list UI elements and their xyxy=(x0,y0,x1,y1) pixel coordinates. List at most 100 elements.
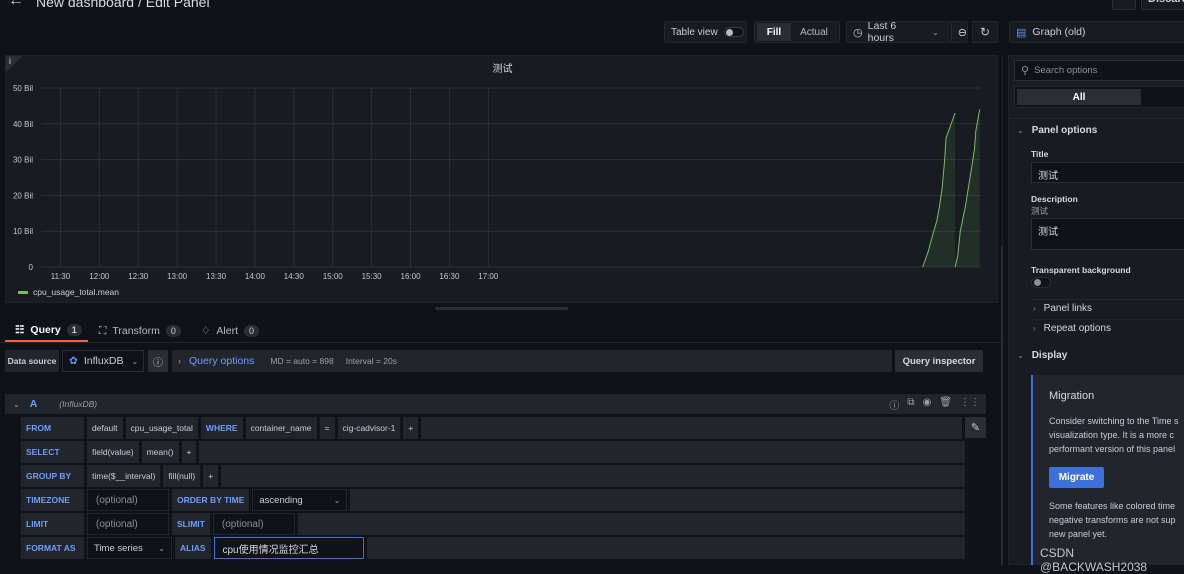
settings-gear-button[interactable] xyxy=(1112,0,1136,10)
add-groupby-button[interactable]: + xyxy=(203,465,219,487)
help-icon[interactable]: ⓘ xyxy=(889,397,899,412)
tab-alert[interactable]: ♢ Alert 0 xyxy=(201,320,260,342)
table-view-label: Table view xyxy=(671,26,718,38)
eye-icon[interactable]: ◉ xyxy=(923,397,932,412)
query-limit-row: LIMIT (optional) SLIMIT (optional) xyxy=(21,513,965,535)
filter-all-button[interactable]: All xyxy=(1017,89,1141,105)
back-arrow-icon[interactable]: ← xyxy=(8,0,26,9)
transform-icon: ⛶ xyxy=(99,324,107,337)
divider xyxy=(1031,299,1184,300)
alias-keyword: ALIAS xyxy=(175,537,211,559)
orderby-select[interactable]: ascending ⌄ xyxy=(252,489,348,511)
section-label: Panel links xyxy=(1043,303,1093,314)
clock-icon: ◷ xyxy=(853,26,863,39)
where-value[interactable]: cig-cadvisor-1 xyxy=(337,417,401,439)
text-line: negative transforms are not sup xyxy=(1049,515,1176,525)
x-tick-label: 17:00 xyxy=(478,272,499,281)
edit-raw-query-button[interactable]: ✎ xyxy=(965,417,986,438)
query-groupby-row: GROUP BY time($__interval) fill(null) + xyxy=(21,465,965,487)
query-options-bar[interactable]: › Query options MD = auto = 898 Interval… xyxy=(172,350,892,372)
legend-item[interactable]: cpu_usage_total.mean xyxy=(18,287,119,297)
actual-button[interactable]: Actual xyxy=(791,23,837,41)
options-filter: All xyxy=(1014,86,1184,108)
search-options-input[interactable]: ⚲ Search options xyxy=(1014,60,1184,81)
x-tick-label: 15:00 xyxy=(323,272,344,281)
duplicate-icon[interactable]: ⧉ xyxy=(907,397,914,412)
groupby-keyword: GROUP BY xyxy=(21,465,84,487)
table-view-toggle[interactable]: Table view xyxy=(664,21,747,43)
query-inspector-button[interactable]: Query inspector xyxy=(895,350,983,372)
migration-text: Some features like colored time negative… xyxy=(1049,499,1184,541)
collapse-chevron-icon[interactable]: ⌄ xyxy=(13,400,20,409)
tab-query[interactable]: ☷ Query 1 xyxy=(5,320,88,342)
refresh-button[interactable]: ↻ xyxy=(972,21,998,43)
limit-input[interactable]: (optional) xyxy=(87,513,169,535)
chevron-down-icon: ⌄ xyxy=(131,356,139,366)
y-tick-label: 30 Bil xyxy=(13,156,33,165)
slimit-input[interactable]: (optional) xyxy=(212,513,295,535)
legend-color-swatch xyxy=(18,290,28,294)
query-datasource: (InfluxDB) xyxy=(59,399,98,409)
editor-scrollbar[interactable] xyxy=(1001,246,1003,565)
drag-handle-icon[interactable]: ⋮⋮ xyxy=(960,397,980,412)
where-keyword: WHERE xyxy=(200,417,243,439)
repeat-options-section[interactable]: › Repeat options xyxy=(1033,323,1111,334)
retention-policy[interactable]: default xyxy=(87,417,123,439)
add-select-button[interactable]: + xyxy=(181,441,197,463)
database-icon: ☷ xyxy=(15,324,25,336)
format-select[interactable]: Time series ⌄ xyxy=(87,537,172,559)
migrate-button[interactable]: Migrate xyxy=(1049,467,1104,488)
fill-actual-switcher: Fill Actual xyxy=(754,21,840,43)
pencil-icon: ✎ xyxy=(970,422,981,434)
groupby-fill[interactable]: fill(null) xyxy=(163,465,201,487)
where-operator[interactable]: = xyxy=(319,417,335,439)
text-line: Some features like colored time xyxy=(1049,501,1176,511)
discard-button[interactable]: Discard xyxy=(1141,0,1184,10)
row-filler xyxy=(366,537,965,559)
transparent-toggle[interactable] xyxy=(1031,277,1051,288)
row-filler xyxy=(221,465,965,487)
groupby-time[interactable]: time($__interval) xyxy=(87,465,161,487)
add-where-button[interactable]: + xyxy=(403,417,419,439)
query-row-header[interactable]: ⌄ A (InfluxDB) ⓘ ⧉ ◉ 🗑 ⋮⋮ xyxy=(5,394,986,414)
query-options-label[interactable]: Query options xyxy=(189,355,254,367)
measurement[interactable]: cpu_usage_total xyxy=(125,417,198,439)
tab-label: Query xyxy=(30,324,61,336)
time-range-label: Last 6 hours xyxy=(867,20,897,44)
orderby-keyword: ORDER BY TIME xyxy=(172,489,250,511)
alias-input[interactable]: cpu使用情况监控汇总 xyxy=(213,537,364,559)
zoom-out-icon[interactable]: ⊖ xyxy=(950,21,967,43)
visualization-picker[interactable]: ▤ Graph (old) xyxy=(1009,21,1184,43)
visualization-label: Graph (old) xyxy=(1032,26,1086,38)
fill-button[interactable]: Fill xyxy=(757,23,791,41)
tab-transform[interactable]: ⛶ Transform 0 xyxy=(99,320,181,342)
trash-icon[interactable]: 🗑 xyxy=(939,397,952,412)
interval: Interval = 20s xyxy=(345,356,397,366)
migration-title: Migration xyxy=(1049,390,1095,402)
text-line: Consider switching to the Time s xyxy=(1049,416,1179,426)
query-ref-id[interactable]: A xyxy=(30,398,38,410)
title-input[interactable]: 测试 xyxy=(1031,162,1184,183)
timezone-input[interactable]: (optional) xyxy=(87,489,169,511)
display-section[interactable]: ⌄ Display xyxy=(1017,350,1067,361)
table-view-switch[interactable] xyxy=(723,27,744,37)
text-line: visualization type. It is a more c xyxy=(1049,430,1175,440)
format-value: Time series xyxy=(94,542,143,554)
time-range-picker[interactable]: ◷ Last 6 hours ⌄ ⊖ xyxy=(846,20,968,44)
datasource-help-button[interactable]: ⓘ xyxy=(148,350,168,372)
panel-resize-handle[interactable] xyxy=(435,307,568,310)
row-filler xyxy=(421,417,962,439)
tab-label: Transform xyxy=(112,325,160,337)
x-tick-label: 13:00 xyxy=(167,272,188,281)
datasource-select[interactable]: ✿ InfluxDB ⌄ xyxy=(62,350,144,372)
y-tick-label: 20 Bil xyxy=(13,191,33,200)
select-function[interactable]: mean() xyxy=(141,441,179,463)
where-tag[interactable]: container_name xyxy=(245,417,317,439)
tabs-divider xyxy=(0,342,1002,343)
panel-options-section[interactable]: ⌄ Panel options xyxy=(1017,125,1097,136)
panel-links-section[interactable]: › Panel links xyxy=(1033,303,1092,314)
description-textarea[interactable]: 测试 xyxy=(1031,218,1184,250)
tab-count: 1 xyxy=(66,324,82,336)
influxdb-icon: ✿ xyxy=(69,355,78,367)
select-field[interactable]: field(value) xyxy=(87,441,139,463)
